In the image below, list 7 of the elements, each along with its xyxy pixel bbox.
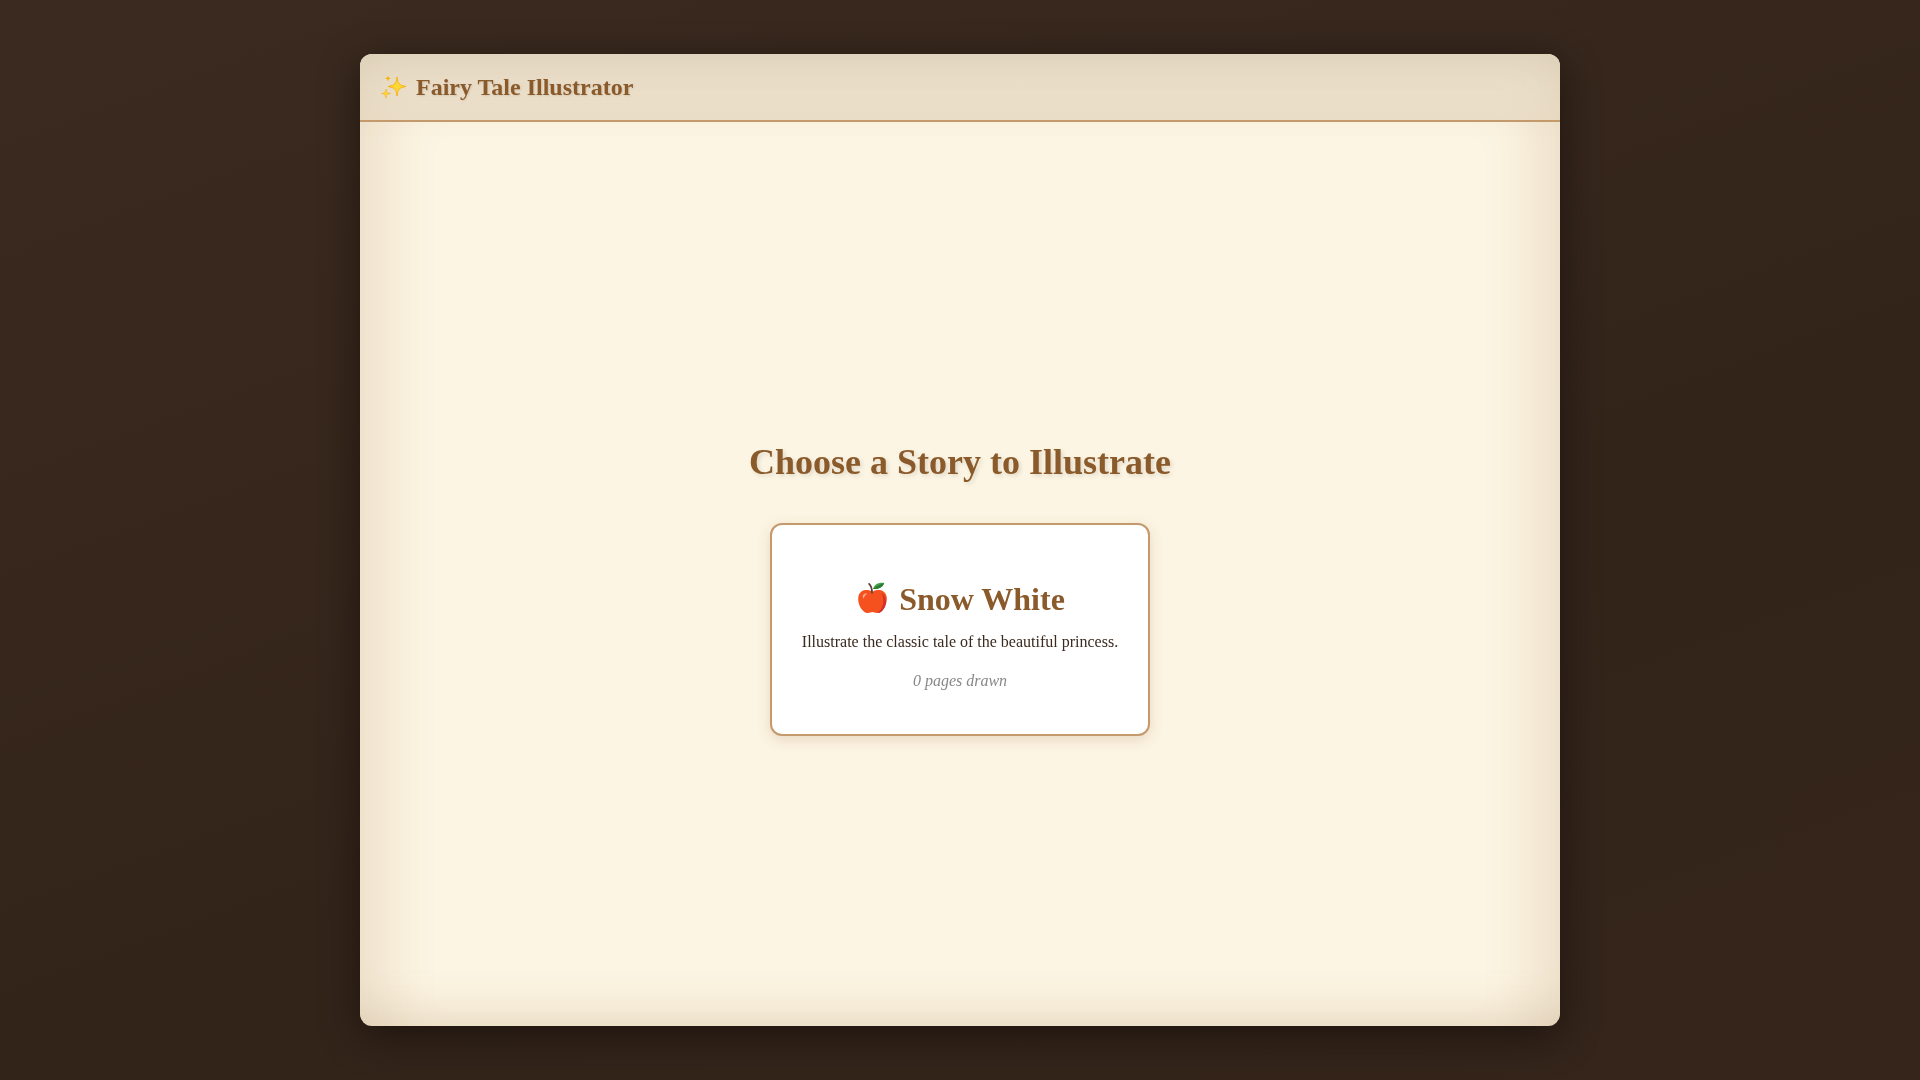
- sparkles-icon: [381, 74, 407, 100]
- app-title: Fairy Tale Illustrator: [416, 72, 634, 102]
- pages-drawn-count: 0 pages drawn: [912, 671, 1008, 691]
- story-card[interactable]: Snow White Illustrate the classic tale of the beautiful princess. 0 pages drawn: [770, 522, 1150, 737]
- story-description: Illustrate the classic tale of the beautiful princess.: [801, 632, 1119, 652]
- page-heading: Choose a Story to Illustrate: [749, 440, 1171, 484]
- story-title: Snow White: [899, 579, 1065, 619]
